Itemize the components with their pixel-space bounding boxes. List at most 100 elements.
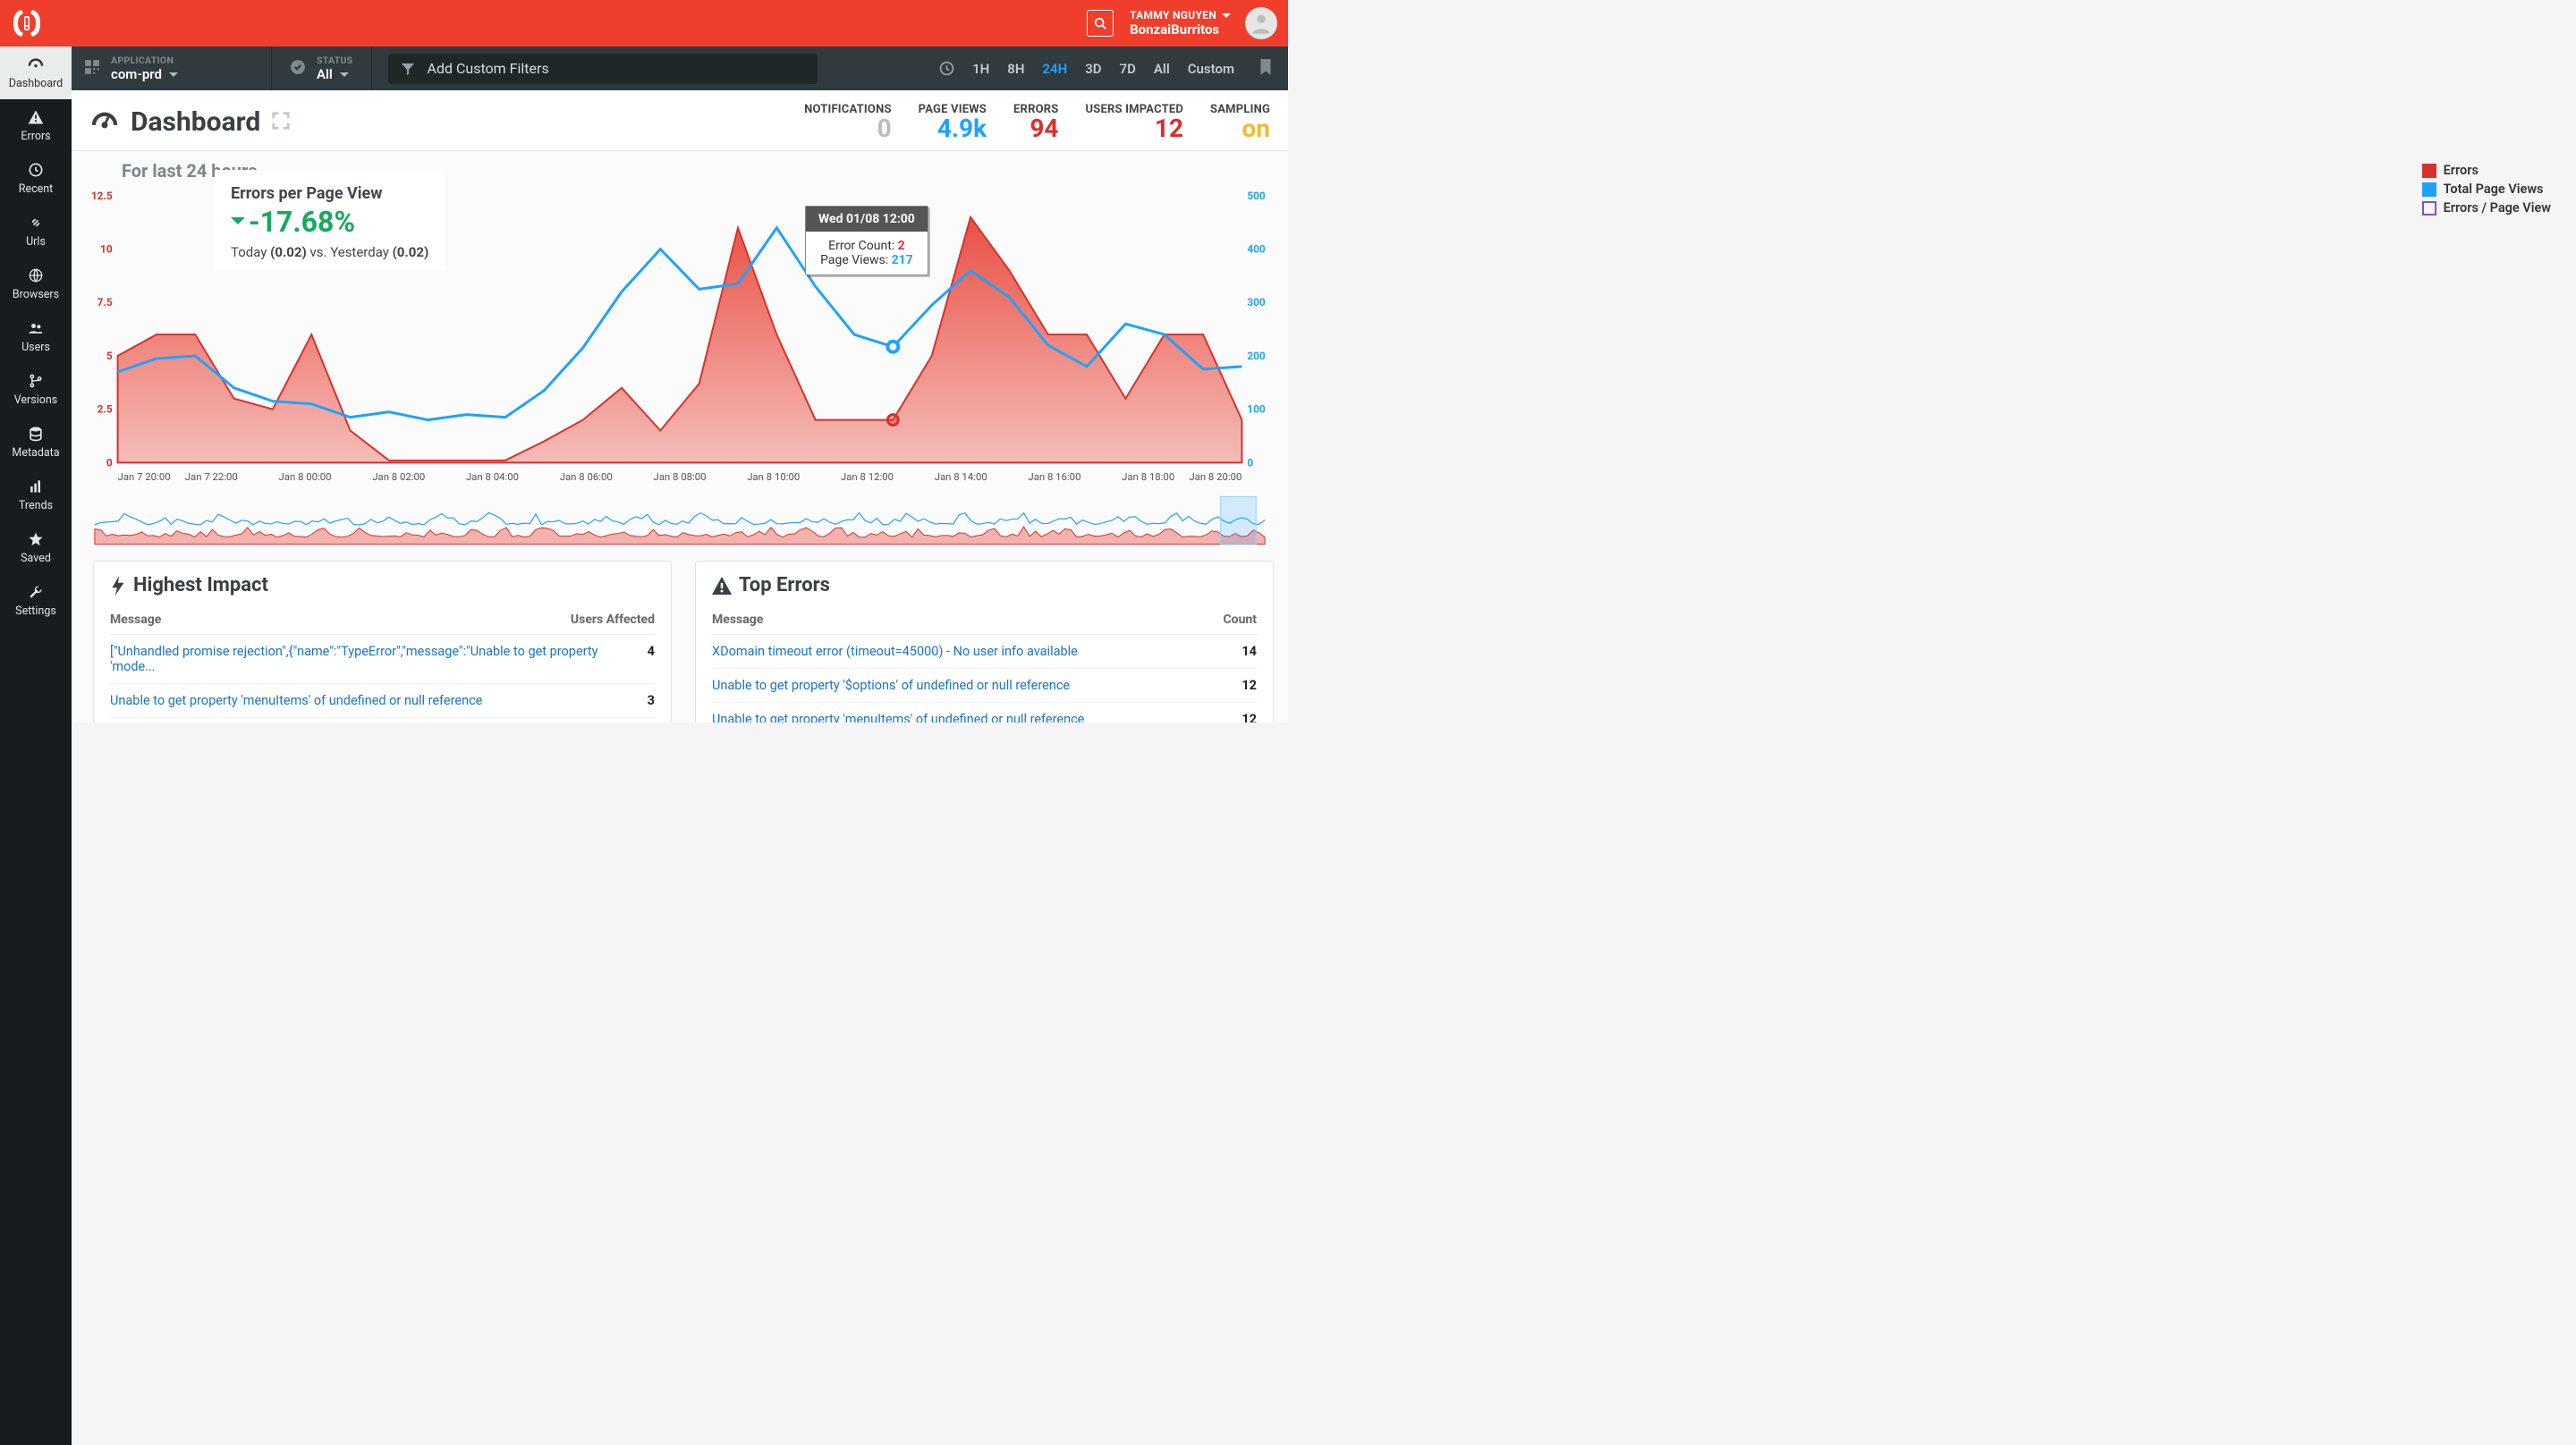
sidebar-item-label: Dashboard	[9, 77, 63, 90]
user-menu[interactable]: TAMMY NGUYEN BonzaiBurritos	[1130, 9, 1231, 38]
sidebar-item-label: Browsers	[13, 288, 59, 301]
time-range-8h[interactable]: 8H	[1007, 61, 1024, 77]
check-circle-icon	[290, 59, 306, 79]
sidebar-item-label: Metadata	[12, 446, 59, 460]
metric-pageviews[interactable]: PAGE VIEWS4.9k	[919, 103, 987, 141]
time-range-7d[interactable]: 7D	[1120, 61, 1136, 77]
page-title: Dashboard	[89, 106, 291, 138]
highest-impact-card: Highest Impact MessageUsers Affected ["U…	[93, 561, 672, 722]
svg-text:Jan 8 00:00: Jan 8 00:00	[279, 470, 332, 483]
star-icon	[27, 530, 45, 548]
svg-text:Jan 8 06:00: Jan 8 06:00	[560, 470, 613, 483]
time-range-24h[interactable]: 24H	[1042, 61, 1067, 77]
bookmark-icon[interactable]	[1258, 58, 1274, 80]
table-row: Unable to get property 'menuItems' of un…	[712, 703, 1257, 722]
status-filter[interactable]: STATUS All	[271, 46, 372, 90]
sidebar-item-urls[interactable]: Urls	[0, 205, 72, 258]
chevron-down-icon	[340, 72, 349, 81]
svg-text:7.5: 7.5	[97, 296, 113, 308]
application-filter[interactable]: APPLICATION com-prd	[72, 46, 191, 90]
db-icon	[27, 425, 45, 443]
svg-text:Jan 8 20:00: Jan 8 20:00	[1189, 470, 1241, 483]
app-logo[interactable]	[7, 4, 47, 43]
link-icon	[27, 214, 45, 232]
svg-text:0: 0	[1247, 456, 1253, 469]
sidebar-item-browsers[interactable]: Browsers	[0, 258, 72, 310]
svg-text:Jan 8 16:00: Jan 8 16:00	[1028, 470, 1080, 483]
tooltip-title: Wed 01/08 12:00	[806, 207, 928, 232]
sidebar-item-saved[interactable]: Saved	[0, 521, 72, 574]
error-link[interactable]: XDomain timeout error (timeout=45000) - …	[712, 644, 1230, 659]
sidebar-item-label: Trends	[19, 499, 53, 512]
search-icon	[1094, 17, 1106, 30]
svg-text:Jan 7 20:00: Jan 7 20:00	[118, 470, 171, 483]
error-link[interactable]: ["Unhandled promise rejection",{"name":"…	[110, 644, 628, 674]
status-value: All	[317, 66, 333, 82]
sidebar-item-dashboard[interactable]: Dashboard	[0, 46, 72, 99]
filter-placeholder: Add Custom Filters	[428, 60, 549, 77]
svg-text:400: 400	[1247, 243, 1266, 256]
sidebar: Dashboard Errors Recent Urls Browsers Users Ve…	[0, 46, 72, 1445]
error-link[interactable]: Unable to get property 'menuItems' of un…	[110, 693, 628, 708]
svg-text:Jan 8 02:00: Jan 8 02:00	[372, 470, 425, 483]
custom-filter-input[interactable]: Add Custom Filters	[388, 54, 818, 84]
sidebar-item-errors[interactable]: Errors	[0, 99, 72, 152]
time-range-1h[interactable]: 1H	[972, 61, 989, 77]
sidebar-item-trends[interactable]: Trends	[0, 469, 72, 521]
expand-icon[interactable]	[271, 106, 291, 138]
metric-sampling[interactable]: SAMPLINGon	[1210, 103, 1270, 141]
svg-text:500: 500	[1247, 190, 1266, 202]
clock-icon	[939, 61, 954, 76]
sidebar-item-label: Versions	[14, 393, 58, 407]
sidebar-item-recent[interactable]: Recent	[0, 152, 72, 205]
sidebar-item-users[interactable]: Users	[0, 310, 72, 363]
table-row: ["Unhandled promise rejection",{"name":"…	[110, 635, 655, 684]
row-count: 12	[1230, 678, 1257, 693]
users-icon	[27, 319, 45, 337]
time-range-all[interactable]: All	[1154, 61, 1170, 77]
chevron-down-icon	[169, 72, 178, 81]
sidebar-item-label: Recent	[19, 182, 54, 196]
chart-tooltip: Wed 01/08 12:00 Error Count: 2 Page View…	[805, 206, 928, 275]
svg-text:Jan 8 08:00: Jan 8 08:00	[653, 470, 706, 483]
warn-icon	[712, 577, 732, 595]
sidebar-item-label: Urls	[26, 235, 46, 249]
metric-notifications[interactable]: NOTIFICATIONS0	[804, 103, 892, 141]
col-message: Message	[110, 613, 571, 627]
sidebar-item-metadata[interactable]: Metadata	[0, 416, 72, 469]
gauge-icon	[89, 107, 120, 138]
svg-text:Jan 8 10:00: Jan 8 10:00	[747, 470, 800, 483]
metric-errors[interactable]: ERRORS94	[1013, 103, 1058, 141]
svg-text:Jan 8 14:00: Jan 8 14:00	[935, 470, 987, 483]
sidebar-item-label: Errors	[21, 130, 50, 143]
user-name: TAMMY NGUYEN	[1130, 9, 1216, 21]
gauge-icon	[27, 55, 45, 73]
svg-text:200: 200	[1247, 350, 1266, 362]
error-link[interactable]: Unable to get property '$options' of und…	[712, 678, 1230, 693]
filter-icon	[401, 62, 415, 76]
svg-text:100: 100	[1247, 403, 1266, 416]
grid-icon	[84, 59, 100, 79]
bolt-icon	[110, 576, 126, 596]
metric-users[interactable]: USERS IMPACTED12	[1086, 103, 1184, 141]
app-value: com-prd	[111, 66, 162, 82]
table-row: Unable to get property 'menuItems' of un…	[110, 684, 655, 718]
avatar[interactable]	[1245, 7, 1277, 39]
error-link[interactable]: Unable to get property 'menuItems' of un…	[712, 712, 1230, 722]
top-errors-card: Top Errors MessageCount XDomain timeout …	[695, 561, 1274, 722]
svg-text:10: 10	[100, 243, 113, 256]
warn-icon	[27, 108, 45, 126]
svg-text:Jan 8 04:00: Jan 8 04:00	[466, 470, 519, 483]
svg-text:Jan 7 22:00: Jan 7 22:00	[185, 470, 238, 483]
time-range-3d[interactable]: 3D	[1085, 61, 1101, 77]
sidebar-item-settings[interactable]: Settings	[0, 574, 72, 627]
col-message: Message	[712, 613, 1224, 627]
row-count: 3	[628, 693, 655, 708]
time-range-custom[interactable]: Custom	[1188, 61, 1234, 77]
row-count: 14	[1230, 644, 1257, 659]
chevron-down-icon	[1222, 13, 1231, 22]
search-button[interactable]	[1087, 10, 1114, 37]
range-selector[interactable]	[86, 494, 1274, 546]
bars-icon	[27, 477, 45, 495]
sidebar-item-versions[interactable]: Versions	[0, 363, 72, 416]
